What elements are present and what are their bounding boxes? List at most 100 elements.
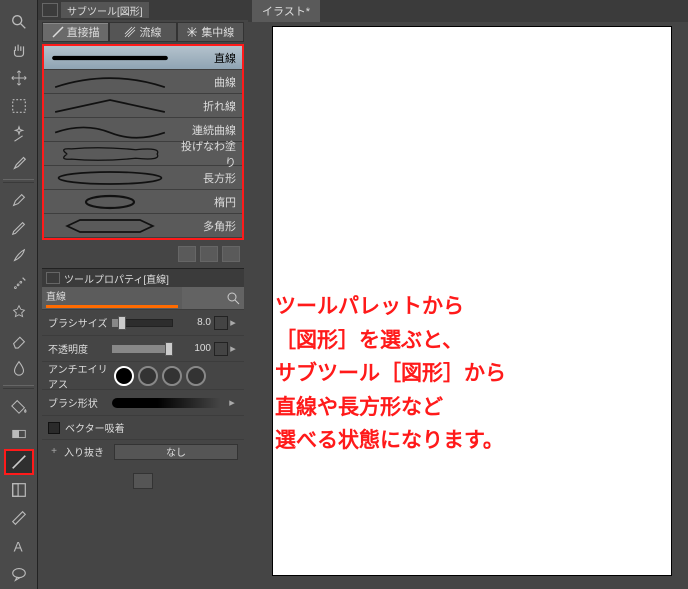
chevron-right-icon[interactable]: ▸ xyxy=(228,342,238,355)
category-direct-label: 直接描 xyxy=(67,24,100,40)
vector-snap-checkbox[interactable] xyxy=(48,422,60,434)
subtool-menu-icon[interactable] xyxy=(222,246,240,262)
blend-tool[interactable] xyxy=(4,355,34,381)
fill-tool[interactable] xyxy=(4,393,34,419)
category-focusline-label: 集中線 xyxy=(201,24,234,40)
tool-property-title: ツールプロパティ[直線] xyxy=(64,271,169,286)
wrench-icon[interactable] xyxy=(133,473,153,489)
brush-size-row: ブラシサイズ 8.0 ▸ xyxy=(42,309,244,335)
panel-grip-icon[interactable] xyxy=(46,272,60,284)
canvas-tab-label: イラスト* xyxy=(262,6,310,18)
brush-size-slider[interactable] xyxy=(112,319,173,327)
figure-tool[interactable] xyxy=(4,449,34,475)
opacity-value[interactable]: 100 xyxy=(179,343,211,354)
focusline-icon xyxy=(186,26,198,38)
expand-icon[interactable]: + xyxy=(48,446,60,457)
subtool-curve[interactable]: 曲線 xyxy=(44,70,242,94)
gradient-tool[interactable] xyxy=(4,421,34,447)
frame-tool[interactable] xyxy=(4,477,34,503)
brush-shape-row: ブラシ形状 ▸ xyxy=(42,389,244,415)
subtool-label: 多角形 xyxy=(178,218,236,234)
antialias-row: アンチエイリアス xyxy=(42,361,244,389)
canvas-tab[interactable]: イラスト* xyxy=(252,0,320,22)
brush-tool[interactable] xyxy=(4,243,34,269)
delete-subtool-icon[interactable] xyxy=(200,246,218,262)
subtool-label: 長方形 xyxy=(178,170,236,186)
in-out-label: 入り抜き xyxy=(64,444,104,459)
vector-snap-row: ベクター吸着 xyxy=(42,415,244,439)
subtool-polygon[interactable]: 多角形 xyxy=(44,214,242,238)
preset-list-area[interactable] xyxy=(182,287,244,309)
chevron-right-icon[interactable]: ▸ xyxy=(226,396,238,409)
subtool-category-tabs: 直接描 流線 集中線 xyxy=(42,22,244,42)
preview-ellipse-icon xyxy=(50,190,170,213)
search-icon[interactable] xyxy=(226,291,240,305)
preview-polygon-icon xyxy=(50,214,170,237)
tool-property-panel: ツールプロパティ[直線] 直線 ブラシサイズ 8.0 ▸ 不透明度 xyxy=(42,268,244,499)
in-out-value: なし xyxy=(166,444,186,459)
decoration-tool[interactable] xyxy=(4,299,34,325)
magnifier-tool[interactable] xyxy=(4,9,34,35)
balloon-tool[interactable] xyxy=(4,561,34,587)
brush-shape-label: ブラシ形状 xyxy=(48,395,112,410)
opacity-dynamics-icon[interactable] xyxy=(214,342,228,356)
flowline-icon xyxy=(124,26,136,38)
in-out-select[interactable]: なし xyxy=(114,444,238,460)
brush-size-value[interactable]: 8.0 xyxy=(179,317,211,328)
subtool-panel-tab[interactable]: サブツール[図形] xyxy=(61,2,149,18)
subtool-ellipse[interactable]: 楕円 xyxy=(44,190,242,214)
category-direct[interactable]: 直接描 xyxy=(42,22,109,42)
brush-size-dynamics-icon[interactable] xyxy=(214,316,228,330)
tool-palette: A xyxy=(0,0,38,589)
subtool-label: 直線 xyxy=(178,50,236,66)
antialias-option-2[interactable] xyxy=(138,366,158,386)
category-focusline[interactable]: 集中線 xyxy=(177,22,244,42)
brush-shape-preview[interactable] xyxy=(112,398,226,408)
ruler-tool[interactable] xyxy=(4,505,34,531)
wand-tool[interactable] xyxy=(4,121,34,147)
panel-grip-icon[interactable] xyxy=(42,3,58,17)
subtool-panel-footer-icons xyxy=(38,242,248,268)
subtool-label: 連続曲線 xyxy=(178,122,236,138)
preset-selector[interactable]: 直線 xyxy=(42,287,244,309)
annotation-text: ツールパレットから ［図形］を選ぶと、 サブツール［図形］から 直線や長方形など… xyxy=(275,290,675,458)
pencil-tool[interactable] xyxy=(4,215,34,241)
text-tool[interactable]: A xyxy=(4,533,34,559)
preview-polyline-icon xyxy=(50,94,170,117)
annotation-line: 直線や長方形など xyxy=(275,391,675,425)
subtool-straight-line[interactable]: 直線 xyxy=(44,46,242,70)
antialias-option-1[interactable] xyxy=(114,366,134,386)
preview-curve-icon xyxy=(50,70,170,93)
move-tool[interactable] xyxy=(4,65,34,91)
duplicate-subtool-icon[interactable] xyxy=(178,246,196,262)
opacity-slider[interactable] xyxy=(112,345,173,353)
subtool-panel-title: サブツール[図形] xyxy=(67,3,143,18)
airbrush-tool[interactable] xyxy=(4,271,34,297)
selection-tool[interactable] xyxy=(4,93,34,119)
subtool-label: 曲線 xyxy=(178,74,236,90)
subtool-panel-tabs: サブツール[図形] xyxy=(38,0,248,20)
opacity-row: 不透明度 100 ▸ xyxy=(42,335,244,361)
eyedropper-tool[interactable] xyxy=(4,149,34,175)
svg-text:A: A xyxy=(13,539,22,554)
preview-rectangle-icon xyxy=(50,166,170,189)
subtool-lasso-fill[interactable]: 投げなわ塗り xyxy=(44,142,242,166)
chevron-right-icon[interactable]: ▸ xyxy=(228,316,238,329)
eraser-tool[interactable] xyxy=(4,327,34,353)
annotation-line: サブツール［図形］から xyxy=(275,357,675,391)
tool-property-title-bar: ツールプロパティ[直線] xyxy=(42,269,244,287)
pen-tool[interactable] xyxy=(4,187,34,213)
tool-divider xyxy=(3,179,34,183)
annotation-line: 選べる状態になります。 xyxy=(275,424,675,458)
antialias-option-3[interactable] xyxy=(162,366,182,386)
subtool-label: 楕円 xyxy=(178,194,236,210)
antialias-option-4[interactable] xyxy=(186,366,206,386)
annotation-line: ［図形］を選ぶと、 xyxy=(275,324,675,358)
subtool-rectangle[interactable]: 長方形 xyxy=(44,166,242,190)
category-flowline[interactable]: 流線 xyxy=(109,22,176,42)
line-icon xyxy=(52,26,64,38)
subtool-polyline[interactable]: 折れ線 xyxy=(44,94,242,118)
hand-tool[interactable] xyxy=(4,37,34,63)
canvas-tabs: イラスト* xyxy=(248,0,688,22)
annotation-line: ツールパレットから xyxy=(275,290,675,324)
